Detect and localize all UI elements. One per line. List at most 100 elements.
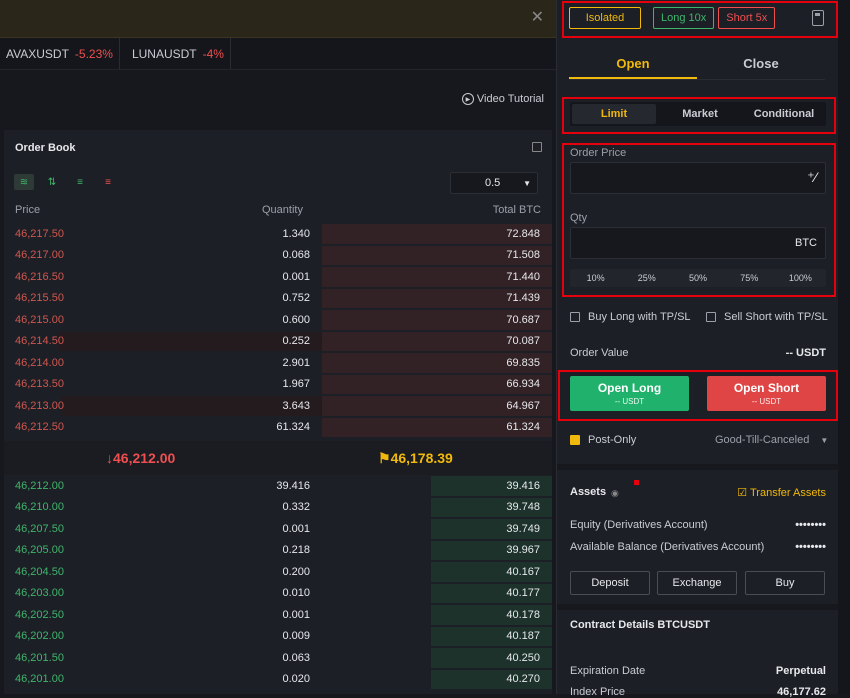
ask-row[interactable]: 46,214.00 2.901 69.835 <box>4 352 552 374</box>
tab-limit[interactable]: Limit <box>572 104 656 124</box>
qty-field[interactable]: BTC <box>570 227 826 259</box>
ask-row[interactable]: 46,217.50 1.340 72.848 <box>4 223 552 245</box>
row-total: 40.187 <box>506 630 540 643</box>
available-balance-label: Available Balance (Derivatives Account) <box>570 541 765 553</box>
order-book-header: Price Quantity Total BTC <box>15 204 541 216</box>
ask-row[interactable]: 46,215.50 0.752 71.439 <box>4 288 552 310</box>
row-quantity: 0.332 <box>282 501 310 514</box>
bid-row[interactable]: 46,205.00 0.218 39.967 <box>4 540 552 562</box>
percent-25[interactable]: 25% <box>621 269 672 287</box>
view-sort-icon[interactable]: ⇅ <box>42 174 62 190</box>
transfer-assets-label: Transfer Assets <box>749 487 826 499</box>
bid-row[interactable]: 46,201.00 0.020 40.270 <box>4 669 552 691</box>
precision-select[interactable]: 0.5 ▼ <box>450 172 538 194</box>
divider <box>557 604 839 610</box>
scrollbar[interactable] <box>838 0 850 694</box>
row-total: 64.967 <box>506 399 540 412</box>
buy-button[interactable]: Buy <box>745 571 825 595</box>
row-price: 46,215.50 <box>15 292 64 305</box>
ask-row[interactable]: 46,213.50 1.967 66.934 <box>4 374 552 396</box>
open-short-button[interactable]: Open Short -- USDT <box>707 376 826 411</box>
bid-row[interactable]: 46,212.00 39.416 39.416 <box>4 475 552 497</box>
row-quantity: 2.901 <box>282 356 310 369</box>
calculator-icon[interactable] <box>812 10 824 26</box>
sell-short-tpsl-label: Sell Short with TP/SL <box>724 311 828 323</box>
expand-icon[interactable] <box>532 142 542 152</box>
bid-row[interactable]: 46,203.00 0.010 40.177 <box>4 583 552 605</box>
tab-market[interactable]: Market <box>658 102 742 126</box>
bid-row[interactable]: 46,202.50 0.001 40.178 <box>4 604 552 626</box>
play-icon: ▶ <box>461 93 474 105</box>
margin-mode-bar: Isolated Long 10x Short 5x <box>569 7 776 29</box>
percent-50[interactable]: 50% <box>672 269 723 287</box>
tab-conditional[interactable]: Conditional <box>742 102 826 126</box>
checkbox-box[interactable] <box>570 435 580 445</box>
open-long-label: Open Long <box>597 381 662 395</box>
post-only-checkbox[interactable]: Post-Only <box>570 434 636 446</box>
percent-75[interactable]: 75% <box>724 269 775 287</box>
eye-hidden-icon[interactable]: ◉ <box>611 488 619 499</box>
index-price-value: 46,177.62 <box>777 686 826 698</box>
row-total: 40.178 <box>506 608 540 621</box>
isolated-button[interactable]: Isolated <box>569 7 641 29</box>
sell-short-tpsl-checkbox[interactable]: Sell Short with TP/SL <box>706 311 828 323</box>
ask-row[interactable]: 46,216.50 0.001 71.440 <box>4 266 552 288</box>
time-in-force-select[interactable]: Good-Till-Canceled ▼ <box>715 434 828 446</box>
row-price: 46,212.00 <box>15 479 64 492</box>
bid-row[interactable]: 46,202.00 0.009 40.187 <box>4 626 552 648</box>
bid-row[interactable]: 46,201.50 0.063 40.250 <box>4 647 552 669</box>
row-total: 69.835 <box>506 356 540 369</box>
view-asks-icon[interactable]: ≡ <box>98 174 118 190</box>
close-icon[interactable]: ✕ <box>531 10 544 26</box>
short-leverage-button[interactable]: Short 5x <box>718 7 776 29</box>
row-quantity: 0.001 <box>282 270 310 283</box>
ask-row[interactable]: 46,214.50 0.252 70.087 <box>4 331 552 353</box>
row-price: 46,213.50 <box>15 378 64 391</box>
last-price[interactable]: ↓46,212.00 <box>106 450 175 466</box>
exchange-button[interactable]: Exchange <box>657 571 737 595</box>
deposit-button[interactable]: Deposit <box>570 571 650 595</box>
view-bids-icon[interactable]: ≡ <box>70 174 90 190</box>
video-tutorial-link[interactable]: ▶ Video Tutorial <box>461 93 544 105</box>
open-long-button[interactable]: Open Long -- USDT <box>570 376 689 411</box>
long-leverage-button[interactable]: Long 10x <box>653 7 715 29</box>
flag-icon: ⚑ <box>378 449 391 466</box>
index-price-row: Index Price 46,177.62 <box>570 686 826 698</box>
percent-100[interactable]: 100% <box>775 269 826 287</box>
row-quantity: 0.063 <box>282 651 310 664</box>
ask-row[interactable]: 46,212.50 61.324 61.324 <box>4 417 552 439</box>
ask-row[interactable]: 46,217.00 0.068 71.508 <box>4 245 552 267</box>
bid-row[interactable]: 46,210.00 0.332 39.748 <box>4 497 552 519</box>
ticker-change: -5.23% <box>74 46 113 61</box>
ticker-item[interactable]: AVAXUSDT -5.23% <box>0 38 120 69</box>
bid-row[interactable]: 46,207.50 0.001 39.749 <box>4 518 552 540</box>
qty-unit: BTC <box>795 237 817 249</box>
order-price-input[interactable] <box>571 163 771 193</box>
ask-row[interactable]: 46,215.00 0.600 70.687 <box>4 309 552 331</box>
row-total: 39.748 <box>506 501 540 514</box>
buy-long-tpsl-checkbox[interactable]: Buy Long with TP/SL <box>570 311 691 323</box>
tab-open[interactable]: Open <box>569 52 697 79</box>
transfer-assets-link[interactable]: ☑ Transfer Assets <box>737 486 826 499</box>
open-close-tabs: Open Close <box>569 52 825 80</box>
percent-10[interactable]: 10% <box>570 269 621 287</box>
qty-percent-slider: 10% 25% 50% 75% 100% <box>570 269 826 287</box>
row-price: 46,203.00 <box>15 587 64 600</box>
ticker-item[interactable]: LUNAUSDT -4% <box>120 38 231 69</box>
row-quantity: 0.752 <box>282 292 310 305</box>
ask-row[interactable]: 46,213.00 3.643 64.967 <box>4 395 552 417</box>
row-total: 70.687 <box>506 313 540 326</box>
row-total: 40.177 <box>506 587 540 600</box>
tab-close[interactable]: Close <box>697 52 825 79</box>
order-price-field[interactable]: ⁺⁄ <box>570 162 826 194</box>
view-both-icon[interactable]: ≋ <box>14 174 34 190</box>
checkbox-box[interactable] <box>706 312 716 322</box>
qty-input[interactable] <box>571 228 771 258</box>
mark-price[interactable]: ⚑46,178.39 <box>378 450 453 467</box>
row-total: 39.967 <box>506 544 540 557</box>
row-price: 46,215.00 <box>15 313 64 326</box>
bid-row[interactable]: 46,204.50 0.200 40.167 <box>4 561 552 583</box>
checkbox-box[interactable] <box>570 312 580 322</box>
last-price-fill-icon[interactable]: ⁺⁄ <box>807 169 817 186</box>
order-book-title: Order Book <box>15 142 76 154</box>
